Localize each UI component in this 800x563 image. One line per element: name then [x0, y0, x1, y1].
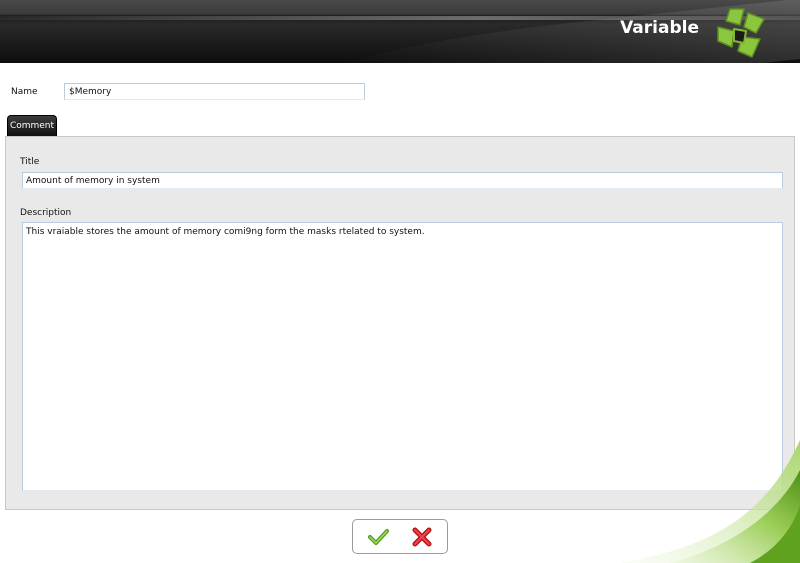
- name-label: Name: [11, 87, 38, 97]
- comment-panel: Title Description This vraiable stores t…: [5, 136, 795, 510]
- description-label: Description: [20, 208, 72, 218]
- name-input[interactable]: [64, 83, 365, 100]
- green-check-icon[interactable]: [367, 526, 389, 548]
- title-input[interactable]: [22, 172, 783, 189]
- title-label: Title: [20, 157, 40, 167]
- description-textarea[interactable]: This vraiable stores the amount of memor…: [22, 222, 783, 491]
- green-clover-logo-icon: [717, 8, 765, 58]
- header-banner: Variable: [0, 0, 800, 63]
- window-title: Variable: [620, 18, 699, 38]
- red-x-icon[interactable]: [411, 526, 433, 548]
- tab-comment[interactable]: Comment: [7, 115, 57, 136]
- dialog-button-bar: [352, 519, 448, 554]
